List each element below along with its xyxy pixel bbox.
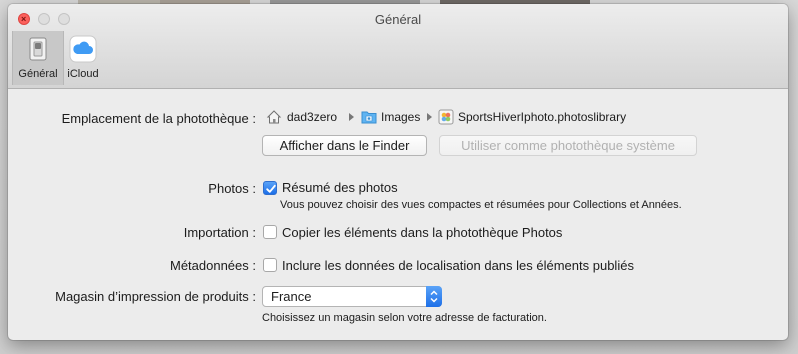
print-store-select[interactable]: France <box>262 286 442 307</box>
general-pane: Emplacement de la photothèque : dad3zero… <box>8 89 788 340</box>
include-location-checkbox[interactable] <box>263 258 277 272</box>
select-arrows-icon <box>426 286 442 307</box>
tab-general-label: Général <box>18 68 58 80</box>
print-store-note: Choisissez un magasin selon votre adress… <box>262 312 547 324</box>
photos-label: Photos : <box>208 181 256 196</box>
preferences-window: × Général Général iCloud Emplacement de … <box>8 4 788 340</box>
home-folder-icon <box>266 109 282 125</box>
path-separator-icon <box>427 113 432 121</box>
copy-items-label[interactable]: Copier les éléments dans la photothèque … <box>282 225 562 240</box>
path-separator-icon <box>349 113 354 121</box>
preferences-toolbar: × Général Général iCloud <box>8 4 788 89</box>
tab-icloud[interactable]: iCloud <box>64 31 102 85</box>
path-item-label: dad3zero <box>287 110 338 124</box>
show-in-finder-button[interactable]: Afficher dans le Finder <box>262 135 427 156</box>
photo-summary-checkbox[interactable] <box>263 181 277 195</box>
tab-general[interactable]: Général <box>12 31 64 85</box>
tab-icloud-label: iCloud <box>67 68 99 80</box>
pictures-folder-icon <box>361 109 377 125</box>
include-location-label[interactable]: Inclure les données de localisation dans… <box>282 258 634 273</box>
window-title: Général <box>374 12 422 27</box>
print-store-label: Magasin d’impression de produits : <box>55 289 256 304</box>
photos-library-icon <box>438 109 454 125</box>
general-switch-icon <box>24 35 52 63</box>
checkmark-icon <box>266 184 276 193</box>
print-store-selected-value: France <box>271 289 312 304</box>
import-label: Importation : <box>183 225 256 240</box>
use-as-system-library-button[interactable]: Utiliser comme photothèque système <box>439 135 697 156</box>
copy-items-checkbox[interactable] <box>263 225 277 239</box>
photo-summary-note: Vous pouvez choisir des vues compactes e… <box>280 199 682 211</box>
metadata-label: Métadonnées : <box>169 258 256 273</box>
icloud-icon <box>69 35 97 63</box>
path-item-images[interactable]: Images <box>361 109 431 125</box>
library-path: dad3zero Images SportsHiverIphoto.photos… <box>266 109 686 127</box>
path-item-home[interactable]: dad3zero <box>266 109 352 125</box>
path-item-library[interactable]: SportsHiverIphoto.photoslibrary <box>438 109 678 125</box>
path-item-label: Images <box>381 110 421 124</box>
library-location-label: Emplacement de la photothèque : <box>61 111 256 126</box>
photo-summary-label[interactable]: Résumé des photos <box>282 180 398 195</box>
path-item-label: SportsHiverIphoto.photoslibrary <box>458 110 627 124</box>
